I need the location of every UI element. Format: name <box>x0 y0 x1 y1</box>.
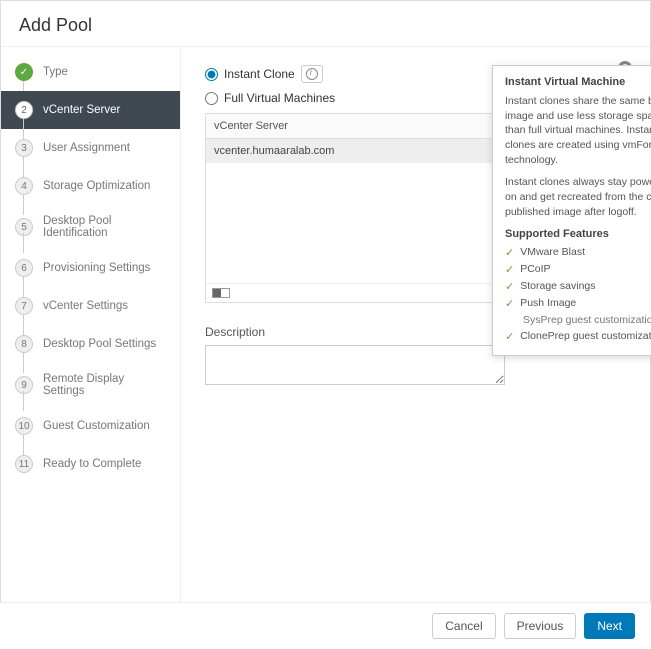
feature-item: PCoIP <box>505 261 651 278</box>
full-vm-label: Full Virtual Machines <box>224 91 335 105</box>
popover-text-2: Instant clones always stay powered on an… <box>505 175 651 219</box>
cancel-button[interactable]: Cancel <box>432 613 495 639</box>
feature-list: VMware Blast PCoIP Storage savings Push … <box>505 244 651 345</box>
step-provisioning-settings: 6Provisioning Settings <box>1 249 180 287</box>
feature-item: Storage savings <box>505 278 651 295</box>
instant-clone-radio[interactable] <box>205 68 218 81</box>
info-button[interactable] <box>301 65 323 83</box>
feature-subitem: SysPrep guest customization <box>505 312 651 328</box>
step-remote-display-settings: 9Remote Display Settings <box>1 363 180 407</box>
previous-button[interactable]: Previous <box>504 613 577 639</box>
full-vm-radio[interactable] <box>205 92 218 105</box>
supported-features-label: Supported Features <box>505 228 651 240</box>
description-input[interactable] <box>205 345 505 385</box>
step-type[interactable]: Type <box>1 53 180 91</box>
popover-text-1: Instant clones share the same base image… <box>505 94 651 167</box>
feature-item: VMware Blast <box>505 244 651 261</box>
popover-title: Instant Virtual Machine <box>505 76 651 88</box>
step-vcenter-server[interactable]: 2vCenter Server <box>1 91 180 129</box>
next-button[interactable]: Next <box>584 613 635 639</box>
step-guest-customization: 10Guest Customization <box>1 407 180 445</box>
info-popover: × Instant Virtual Machine Instant clones… <box>492 65 651 356</box>
feature-item: ClonePrep guest customization <box>505 328 651 345</box>
column-toggle-icon[interactable] <box>212 288 230 298</box>
table-row[interactable]: vcenter.humaaralab.com <box>206 139 504 163</box>
vcenter-table: vCenter Server vcenter.humaaralab.com <box>205 113 505 303</box>
step-desktop-pool-identification: 5Desktop Pool Identification <box>1 205 180 249</box>
instant-clone-label: Instant Clone <box>224 67 295 81</box>
step-desktop-pool-settings: 8Desktop Pool Settings <box>1 325 180 363</box>
dialog-footer: Cancel Previous Next <box>0 602 651 649</box>
step-storage-optimization: 4Storage Optimization <box>1 167 180 205</box>
step-vcenter-settings: 7vCenter Settings <box>1 287 180 325</box>
step-user-assignment: 3User Assignment <box>1 129 180 167</box>
table-header: vCenter Server <box>206 114 504 139</box>
dialog-title: Add Pool <box>1 1 650 47</box>
info-icon <box>306 68 318 80</box>
feature-item: Push Image <box>505 295 651 312</box>
step-ready-to-complete: 11Ready to Complete <box>1 445 180 483</box>
wizard-steps: Type 2vCenter Server 3User Assignment 4S… <box>1 47 181 604</box>
